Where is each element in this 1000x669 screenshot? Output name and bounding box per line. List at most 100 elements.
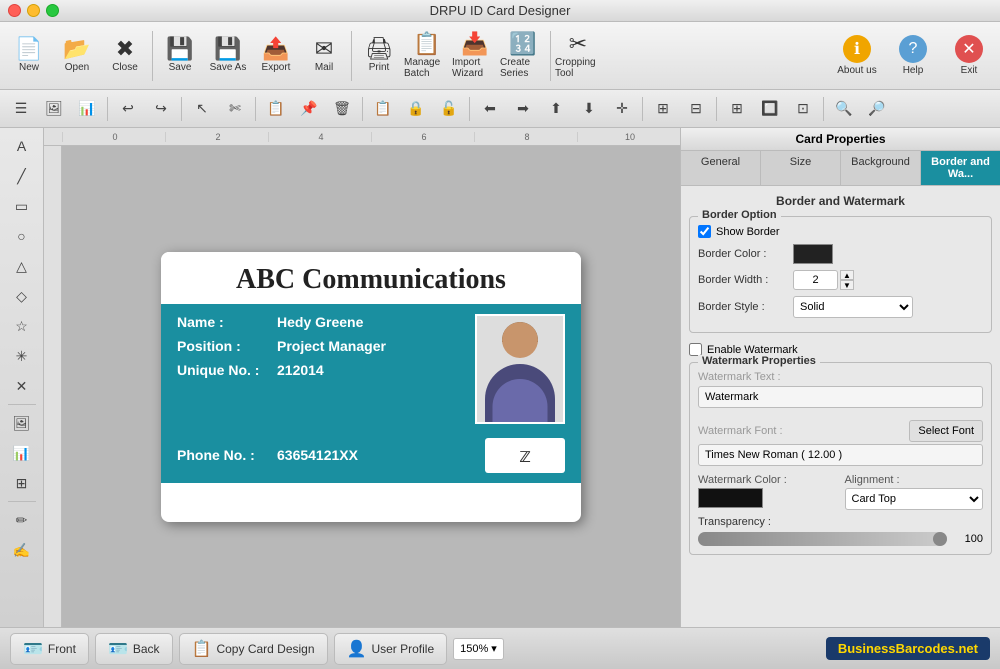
border-color-row: Border Color : <box>698 244 983 264</box>
phone-value: 63654121XX <box>277 447 358 463</box>
move-button[interactable]: ✛ <box>607 94 637 124</box>
signature-button[interactable]: ✍ <box>6 536 38 564</box>
ellipse-tool-button[interactable]: ○ <box>6 222 38 250</box>
group-button[interactable]: ⊞ <box>648 94 678 124</box>
mail-button[interactable]: ✉ Mail <box>301 26 347 86</box>
create-series-label: Create Series <box>500 57 546 79</box>
about-icon: ℹ <box>843 35 871 63</box>
watermark-text-input[interactable] <box>698 386 983 408</box>
fit-button[interactable]: ⊡ <box>788 94 818 124</box>
star-tool-button[interactable]: ☆ <box>6 312 38 340</box>
new-icon: 📄 <box>15 38 42 60</box>
alignment-select[interactable]: Card Top Card Bottom Card Center Card Le… <box>845 488 984 510</box>
help-button[interactable]: ? Help <box>888 26 938 86</box>
content-section-title: Border and Watermark <box>689 194 992 208</box>
t2-sep-5 <box>469 97 470 121</box>
spinner-down[interactable]: ▼ <box>840 280 854 290</box>
lp-sep-2 <box>8 501 36 502</box>
barcode-button[interactable]: 📊 <box>6 439 38 467</box>
border-style-select[interactable]: Solid Dashed Dotted Double <box>793 296 913 318</box>
watermark-color-picker[interactable] <box>698 488 763 508</box>
back-button[interactable]: 🪪 Back <box>95 633 173 665</box>
transparency-slider-row: 100 <box>698 532 983 546</box>
save-button[interactable]: 💾 Save <box>157 26 203 86</box>
enable-watermark-label[interactable]: Enable Watermark <box>707 344 798 356</box>
show-border-checkbox[interactable] <box>698 225 711 238</box>
unlock-button[interactable]: 🔓 <box>434 94 464 124</box>
open-button[interactable]: 📂 Open <box>54 26 100 86</box>
tab-background[interactable]: Background <box>841 151 921 185</box>
border-style-label: Border Style : <box>698 301 793 313</box>
left-arrow-button[interactable]: ⬅ <box>475 94 505 124</box>
copy-card-button[interactable]: 📋 Copy Card Design <box>179 633 328 665</box>
right-arrow-button[interactable]: ➡ <box>508 94 538 124</box>
bottom-bar: 🪪 Front 🪪 Back 📋 Copy Card Design 👤 User… <box>0 627 1000 669</box>
toolbar-sep-1 <box>152 31 153 81</box>
grid-button[interactable]: ⊞ <box>722 94 752 124</box>
about-us-button[interactable]: ℹ About us <box>832 26 882 86</box>
cut-button[interactable]: ✄ <box>220 94 250 124</box>
spinner-up[interactable]: ▲ <box>840 270 854 280</box>
down-arrow-button[interactable]: ⬇ <box>574 94 604 124</box>
lock-button[interactable]: 🔒 <box>401 94 431 124</box>
rect-tool-button[interactable]: ▭ <box>6 192 38 220</box>
pointer-button[interactable]: ↖ <box>187 94 217 124</box>
transparency-slider[interactable] <box>698 532 947 546</box>
minimize-window-button[interactable] <box>27 4 40 17</box>
show-border-label[interactable]: Show Border <box>716 226 780 238</box>
print-button[interactable]: 🖨 Print <box>356 26 402 86</box>
maximize-window-button[interactable] <box>46 4 59 17</box>
create-series-button[interactable]: 🔢 Create Series <box>500 26 546 86</box>
copy-button[interactable]: 📋 <box>261 94 291 124</box>
save-as-button[interactable]: 💾 Save As <box>205 26 251 86</box>
left-tools-panel: A ╱ ▭ ○ △ ◇ ☆ ✳ ✕ 🖼 📊 ⊞ ✏ ✍ <box>0 128 44 627</box>
undo-button[interactable]: ↩ <box>113 94 143 124</box>
redo-button[interactable]: ↪ <box>146 94 176 124</box>
cross-tool-button[interactable]: ✕ <box>6 372 38 400</box>
ungroup-button[interactable]: ⊟ <box>681 94 711 124</box>
pen-tool-button[interactable]: ✏ <box>6 506 38 534</box>
barcode-tool-button[interactable]: 📊 <box>72 94 102 124</box>
paste-button[interactable]: 📌 <box>294 94 324 124</box>
new-button[interactable]: 📄 New <box>6 26 52 86</box>
select-font-button[interactable]: Select Font <box>909 420 983 442</box>
zoom-in-button[interactable]: 🔍 <box>829 94 859 124</box>
close-window-button[interactable] <box>8 4 21 17</box>
tab-general[interactable]: General <box>681 151 761 185</box>
front-button[interactable]: 🪪 Front <box>10 633 89 665</box>
manage-batch-button[interactable]: 📋 Manage Batch <box>404 26 450 86</box>
save-as-label: Save As <box>210 62 247 73</box>
clipboard-button[interactable]: 📋 <box>368 94 398 124</box>
zoom-out-button[interactable]: 🔎 <box>862 94 892 124</box>
card-company: ABC Communications <box>177 264 565 296</box>
triangle-tool-button[interactable]: △ <box>6 252 38 280</box>
zoom-control[interactable]: 150% ▾ <box>453 638 504 660</box>
card-unique-row: Unique No. : 212014 <box>177 362 465 378</box>
tab-size[interactable]: Size <box>761 151 841 185</box>
user-profile-button[interactable]: 👤 User Profile <box>334 633 448 665</box>
line-tool-button[interactable]: ╱ <box>6 162 38 190</box>
exit-label: Exit <box>961 65 978 76</box>
image-insert-button[interactable]: 🖼 <box>6 409 38 437</box>
select-tool-button[interactable]: ☰ <box>6 94 36 124</box>
t2-sep-3 <box>255 97 256 121</box>
export-button[interactable]: 📤 Export <box>253 26 299 86</box>
border-width-input[interactable] <box>793 270 838 290</box>
diamond-tool-button[interactable]: ◇ <box>6 282 38 310</box>
help-icon: ? <box>899 35 927 63</box>
border-color-picker[interactable] <box>793 244 833 264</box>
import-wizard-button[interactable]: 📥 Import Wizard <box>452 26 498 86</box>
tab-border-watermark[interactable]: Border and Wa... <box>921 151 1000 185</box>
delete-button[interactable]: 🗑 <box>327 94 357 124</box>
snowflake-tool-button[interactable]: ✳ <box>6 342 38 370</box>
snap-button[interactable]: 🔲 <box>755 94 785 124</box>
table-button[interactable]: ⊞ <box>6 469 38 497</box>
watermark-font-row: Watermark Font : Select Font <box>698 420 983 442</box>
cropping-tool-button[interactable]: ✂ Cropping Tool <box>555 26 601 86</box>
up-arrow-button[interactable]: ⬆ <box>541 94 571 124</box>
toolbar-sep-2 <box>351 31 352 81</box>
image-tool-button[interactable]: 🖼 <box>39 94 69 124</box>
text-tool-button[interactable]: A <box>6 132 38 160</box>
close-button[interactable]: ✖ Close <box>102 26 148 86</box>
exit-button[interactable]: ✕ Exit <box>944 26 994 86</box>
